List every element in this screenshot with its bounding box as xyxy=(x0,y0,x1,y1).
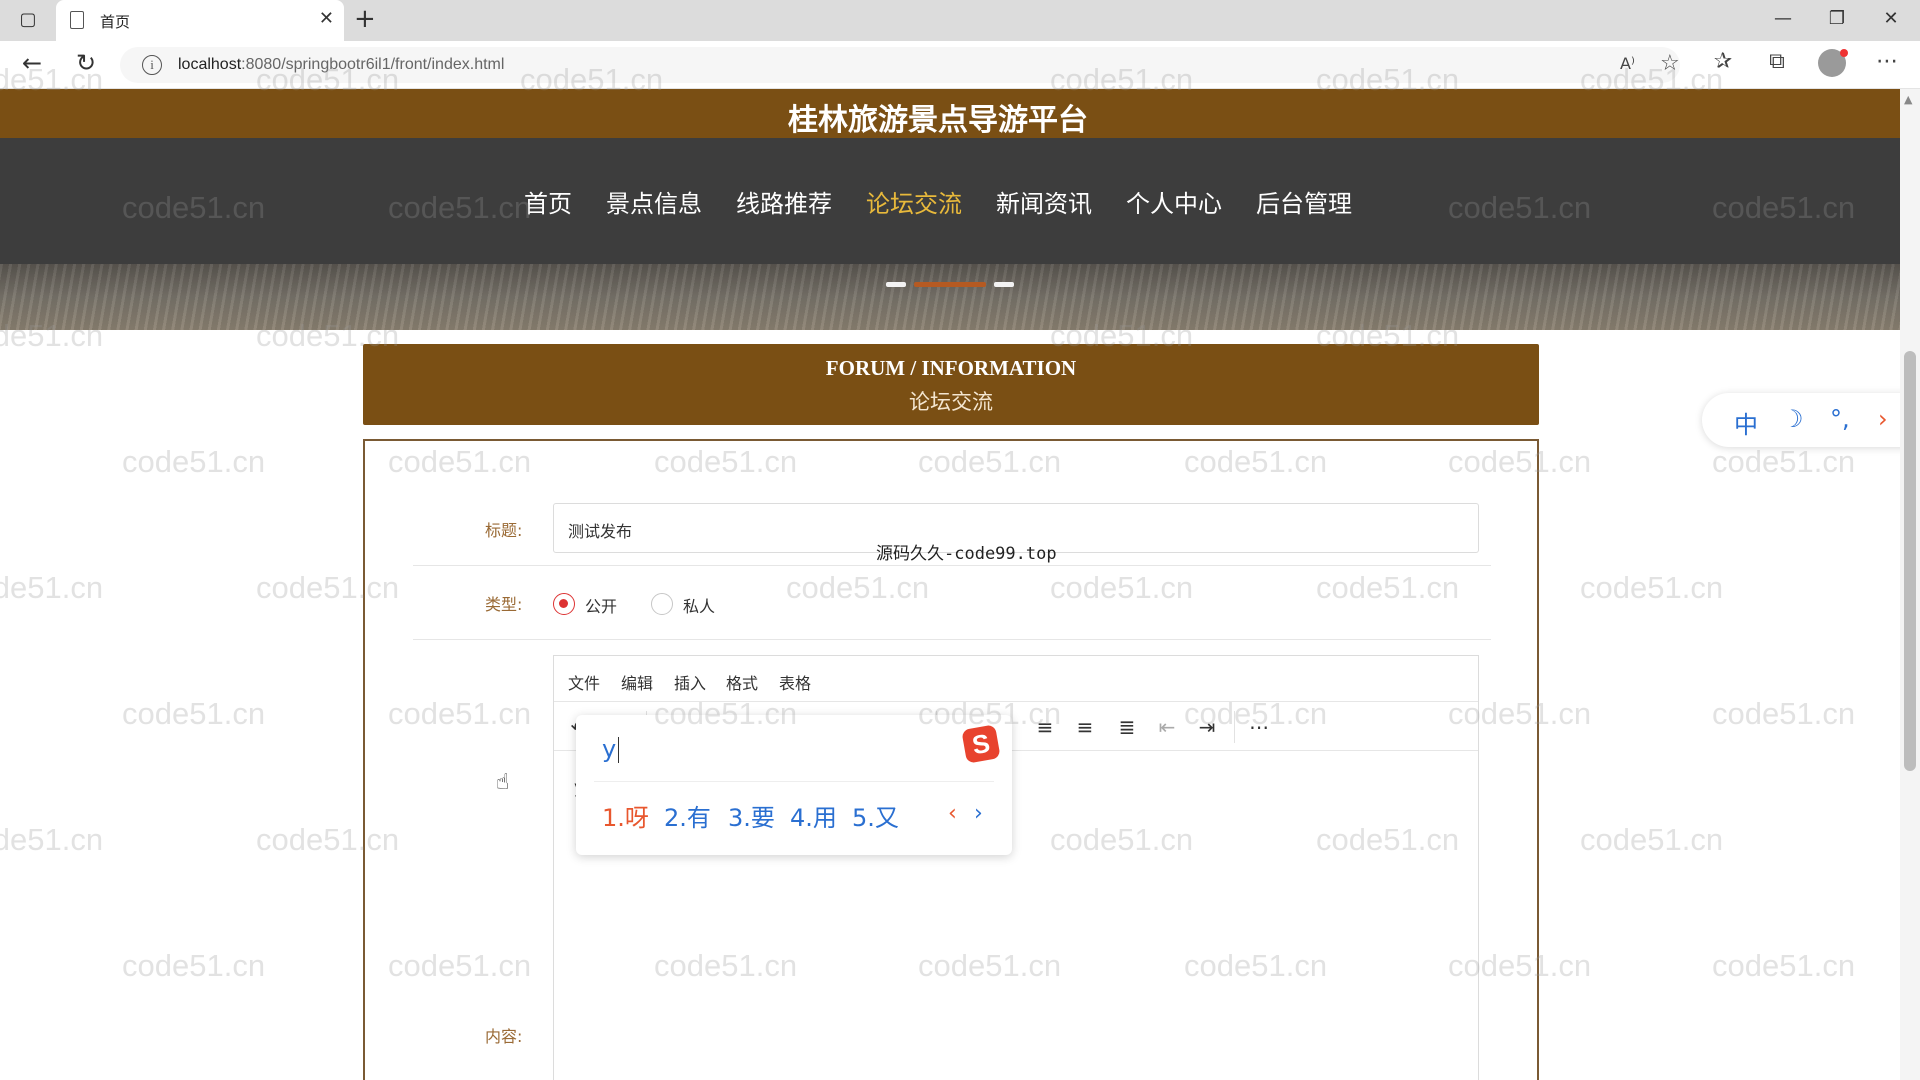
nav-forum[interactable]: 论坛交流 xyxy=(866,184,962,219)
forum-heading-cn: 论坛交流 xyxy=(909,390,993,414)
site-header: 桂林旅游景点导游平台 xyxy=(0,89,1900,138)
favorites-icon[interactable]: ✰ xyxy=(1708,49,1738,74)
new-tab-icon[interactable]: + xyxy=(354,4,376,34)
hero-banner xyxy=(0,264,1900,330)
more-menu-icon[interactable]: ⋯ xyxy=(1872,49,1902,74)
ime-candidate-window: y S 1.呀 2.有 3.要 4.用 5.又 ‹ › xyxy=(576,715,1012,855)
outdent-icon[interactable]: ⇤ xyxy=(1152,712,1182,742)
type-radio-private[interactable] xyxy=(651,593,673,615)
carousel-dot[interactable] xyxy=(886,282,906,287)
type-option-private[interactable]: 私人 xyxy=(683,593,715,617)
editor-menubar: 文件 编辑 插入 格式 表格 xyxy=(554,656,1478,702)
url-text[interactable]: localhost:8080/springbootr6il1/front/ind… xyxy=(178,56,504,74)
nav-home[interactable]: 首页 xyxy=(524,184,572,219)
carousel-dot[interactable] xyxy=(994,282,1014,287)
content-label: 内容: xyxy=(485,1027,523,1046)
nav-profile[interactable]: 个人中心 xyxy=(1126,184,1222,219)
restore-icon[interactable]: ❐ xyxy=(1822,8,1852,29)
nav-news[interactable]: 新闻资讯 xyxy=(996,184,1092,219)
ime-punctuation-icon[interactable]: °, xyxy=(1830,405,1850,433)
menu-file[interactable]: 文件 xyxy=(568,670,600,694)
ime-prev-icon[interactable]: ‹ xyxy=(948,801,957,826)
title-label: 标题: xyxy=(485,521,523,540)
hand-cursor-icon: ☝ xyxy=(496,770,510,795)
web-page: 桂林旅游景点导游平台 首页 景点信息 线路推荐 论坛交流 新闻资讯 个人中心 后… xyxy=(0,89,1900,1080)
title-value: 测试发布 xyxy=(568,522,633,541)
type-radio-public[interactable] xyxy=(553,593,575,615)
nav-admin[interactable]: 后台管理 xyxy=(1256,184,1352,219)
ime-candidate[interactable]: 3.要 xyxy=(728,798,775,833)
ime-composition: y xyxy=(602,735,617,763)
address-toolbar: ← ↻ i localhost:8080/springbootr6il1/fro… xyxy=(0,41,1920,89)
profile-avatar[interactable] xyxy=(1818,49,1848,77)
more-icon[interactable]: ⋯ xyxy=(1244,712,1274,742)
tab-title: 首页 xyxy=(100,14,131,31)
ime-next-icon[interactable]: › xyxy=(974,801,983,826)
site-title: 桂林旅游景点导游平台 xyxy=(788,103,1088,138)
scrollbar-thumb[interactable] xyxy=(1904,351,1916,771)
forum-heading: FORUM / INFORMATION 论坛交流 xyxy=(363,344,1539,425)
ime-chinese-mode-icon[interactable]: 中 xyxy=(1734,405,1758,440)
nav-routes[interactable]: 线路推荐 xyxy=(736,184,832,219)
align-center-icon[interactable]: ≡ xyxy=(1030,712,1060,742)
indent-icon[interactable]: ⇥ xyxy=(1192,712,1222,742)
add-favorite-icon[interactable]: ☆ xyxy=(1660,51,1680,76)
nav-attractions[interactable]: 景点信息 xyxy=(606,184,702,219)
ime-candidate[interactable]: 4.用 xyxy=(790,798,837,833)
collections-icon[interactable]: ⧉ xyxy=(1762,49,1792,74)
menu-edit[interactable]: 编辑 xyxy=(621,670,653,694)
url-bar[interactable]: i localhost:8080/springbootr6il1/front/i… xyxy=(120,47,1680,83)
menu-insert[interactable]: 插入 xyxy=(674,670,706,694)
align-right-icon[interactable]: ≡ xyxy=(1070,712,1100,742)
type-label: 类型: xyxy=(485,595,523,614)
notification-dot xyxy=(1840,49,1848,57)
sidebar-toggle-icon[interactable]: ▢ xyxy=(16,9,40,31)
back-icon[interactable]: ← xyxy=(16,49,48,77)
close-window-icon[interactable]: ✕ xyxy=(1876,8,1906,29)
ime-candidate[interactable]: 2.有 xyxy=(664,798,711,833)
ime-expand-icon[interactable]: › xyxy=(1878,405,1888,433)
browser-tabbar: ▢ 首页 ✕ + — ❐ ✕ xyxy=(0,0,1920,41)
info-icon[interactable]: i xyxy=(142,55,162,75)
sogou-logo-icon: S xyxy=(961,724,1001,764)
menu-table[interactable]: 表格 xyxy=(779,670,811,694)
main-nav: 首页 景点信息 线路推荐 论坛交流 新闻资讯 个人中心 后台管理 xyxy=(0,138,1900,264)
text-caret xyxy=(618,737,619,763)
scroll-up-icon[interactable]: ▲ xyxy=(1904,93,1912,106)
ime-status-bar: 中 ☽ °, › xyxy=(1702,393,1916,447)
page-icon xyxy=(70,11,84,29)
align-justify-icon[interactable]: ≣ xyxy=(1112,712,1142,742)
ime-candidate[interactable]: 1.呀 xyxy=(602,798,649,833)
carousel-dot-active[interactable] xyxy=(914,282,986,287)
carousel-dots xyxy=(886,282,1014,288)
page-scrollbar[interactable]: ▲ xyxy=(1900,89,1920,1080)
read-aloud-icon[interactable]: A⁾ xyxy=(1620,54,1635,73)
ime-halfwidth-icon[interactable]: ☽ xyxy=(1782,405,1804,433)
minimize-icon[interactable]: — xyxy=(1768,8,1798,29)
forum-heading-en: FORUM / INFORMATION xyxy=(825,356,1077,380)
refresh-icon[interactable]: ↻ xyxy=(70,49,102,77)
ime-candidate[interactable]: 5.又 xyxy=(852,798,899,833)
menu-format[interactable]: 格式 xyxy=(726,670,758,694)
browser-tab[interactable]: 首页 ✕ xyxy=(56,0,344,41)
source-watermark: 源码久久-code99.top xyxy=(876,544,1057,564)
type-option-public[interactable]: 公开 xyxy=(585,593,617,617)
close-tab-icon[interactable]: ✕ xyxy=(319,8,334,29)
